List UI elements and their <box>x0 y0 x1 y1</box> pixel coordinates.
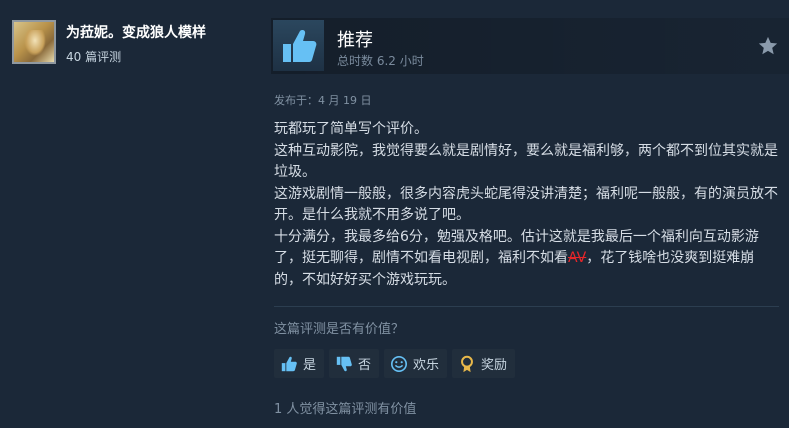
thumbs-up-icon <box>281 356 297 371</box>
vote-no-button[interactable]: 否 <box>329 349 380 378</box>
author-name[interactable]: 为菈妮。变成狼人模样 <box>66 22 206 42</box>
helpful-count: 1 人觉得这篇评测有价值 <box>274 402 417 417</box>
award-ribbon-icon <box>461 355 473 372</box>
smiley-icon <box>391 355 408 372</box>
thumbs-down-icon <box>336 356 352 371</box>
censored-word: AV <box>568 250 587 266</box>
vote-no-label: 否 <box>358 358 372 373</box>
review-header: 推荐 总时数 6.2 小时 <box>271 18 789 74</box>
star-icon[interactable] <box>757 35 779 57</box>
hours-played: 总时数 6.2 小时 <box>337 54 424 68</box>
recommendation-title: 推荐 <box>337 30 373 51</box>
posted-date: 发布于：4 月 19 日 <box>274 94 372 107</box>
vote-funny-label: 欢乐 <box>413 358 440 373</box>
vote-yes-label: 是 <box>303 358 317 373</box>
award-label: 奖励 <box>481 358 508 373</box>
recommend-thumb <box>273 20 324 71</box>
avatar[interactable] <box>12 20 56 64</box>
award-button[interactable]: 奖励 <box>452 349 516 378</box>
divider <box>274 306 779 307</box>
thumbs-up-icon <box>283 30 317 62</box>
vote-funny-button[interactable]: 欢乐 <box>384 349 448 378</box>
author-review-count[interactable]: 40 篇评测 <box>66 48 121 65</box>
review-paragraph: 这种互动影院，我觉得要么就是剧情好，要么就是福利够，两个都不到位其实就是垃圾。 <box>274 142 778 181</box>
helpful-question: 这篇评测是否有价值？ <box>274 322 405 337</box>
vote-buttons: 是 否 欢乐 奖励 <box>274 349 516 378</box>
review-paragraph: 这游戏剧情一般般，很多内容虎头蛇尾得没讲清楚；福利呢一般般，有的演员放不开。是什… <box>274 185 778 224</box>
review-paragraph: 玩都玩了简单写个评价。 <box>274 121 428 137</box>
review-text: 玩都玩了简单写个评价。 这种互动影院，我觉得要么就是剧情好，要么就是福利够，两个… <box>274 119 779 291</box>
review-paragraph: 十分满分，我最多给6分，勉强及格吧。估计这就是我最后一个福利向互动影游了，挺无聊… <box>274 227 779 292</box>
vote-yes-button[interactable]: 是 <box>274 349 325 378</box>
